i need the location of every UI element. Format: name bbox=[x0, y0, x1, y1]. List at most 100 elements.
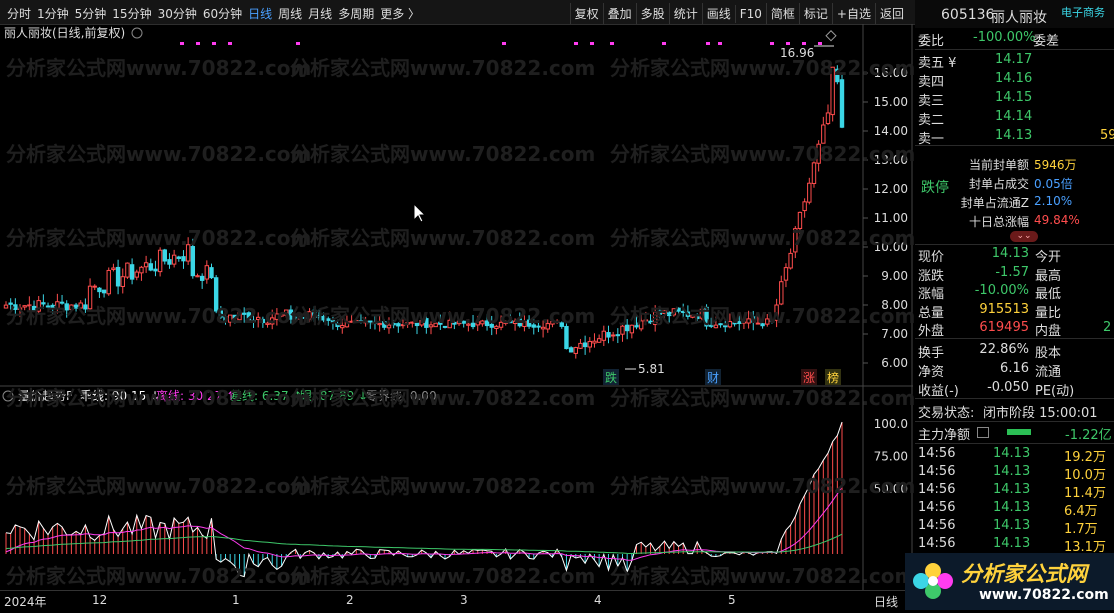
candle-body bbox=[737, 321, 742, 324]
candle-body bbox=[466, 323, 471, 326]
candle-body bbox=[167, 259, 172, 265]
period-tab[interactable]: 30分钟 bbox=[155, 3, 200, 24]
limit-row: 封单占流通Z 2.10% bbox=[915, 194, 1114, 212]
period-tab[interactable]: 60分钟 bbox=[200, 3, 245, 24]
quote-label: 最高 bbox=[1035, 268, 1062, 284]
candle-body bbox=[802, 201, 807, 212]
signal-dot bbox=[502, 42, 506, 45]
event-marker-text[interactable]: 榜 bbox=[827, 370, 839, 385]
candle-body bbox=[666, 311, 672, 317]
collapse-button[interactable]: ⌄⌄ bbox=[1010, 231, 1038, 242]
tool-button[interactable]: F10 bbox=[734, 5, 766, 23]
period-tab[interactable]: 周线 bbox=[275, 3, 305, 24]
candle-body bbox=[718, 323, 723, 326]
period-tab[interactable]: 月线 bbox=[305, 3, 335, 24]
candle-body bbox=[368, 320, 373, 323]
x-label: 2 bbox=[346, 593, 354, 607]
candle-body bbox=[139, 266, 144, 274]
ask-row[interactable]: 卖四 14.16 bbox=[915, 71, 1114, 90]
tool-button[interactable]: 标记 bbox=[798, 3, 832, 24]
price-label: 13.00 bbox=[874, 153, 908, 167]
candle-body bbox=[148, 263, 153, 271]
candle-body bbox=[657, 310, 663, 315]
candle-body bbox=[620, 325, 625, 335]
candle-body bbox=[50, 304, 55, 309]
x-label: 5 bbox=[728, 593, 736, 607]
event-marker-text[interactable]: 财 bbox=[707, 371, 719, 385]
candle-body bbox=[326, 318, 331, 321]
tick-time: 14:56 bbox=[918, 464, 956, 479]
tool-button[interactable]: +自选 bbox=[831, 3, 875, 24]
candle-body bbox=[190, 246, 196, 277]
candle-body bbox=[793, 228, 798, 253]
indicator-item: 离线: 30.27 ↑ bbox=[156, 388, 236, 403]
quote-label: 流通 bbox=[1035, 365, 1062, 380]
candle-body bbox=[363, 320, 368, 324]
tick-time: 14:56 bbox=[918, 500, 956, 515]
tool-button[interactable]: 复权 bbox=[569, 3, 603, 24]
candle-body bbox=[681, 310, 686, 313]
main-flow-label: 主力净额 bbox=[918, 428, 971, 443]
event-marker-text[interactable]: 跌 bbox=[605, 370, 617, 385]
candle-body bbox=[340, 325, 345, 329]
kline-chart[interactable]: 丽人丽妆(日线,前复权) 16.00 15.00 14.00 13.00 12.00 11.… bbox=[0, 24, 913, 590]
low-label: 5.81 bbox=[638, 362, 665, 376]
candle-body bbox=[839, 79, 845, 128]
candle-body bbox=[769, 319, 775, 322]
period-tab[interactable]: 分时 bbox=[4, 3, 34, 24]
main-flow-row[interactable]: 主力净额 -1.22亿 bbox=[915, 424, 1114, 443]
period-tab[interactable]: 5分钟 bbox=[72, 3, 110, 24]
tool-button[interactable]: 画线 bbox=[701, 3, 735, 24]
signal-dot bbox=[228, 42, 232, 45]
tick-price: 14.13 bbox=[993, 446, 1031, 461]
chart-title: 丽人丽妆(日线,前复权) bbox=[4, 25, 125, 40]
candle-body bbox=[713, 324, 719, 329]
tick-vol: 10.0万 bbox=[1064, 468, 1106, 483]
candle-body bbox=[526, 319, 532, 327]
signal-dot bbox=[180, 42, 184, 45]
tool-button[interactable]: 统计 bbox=[668, 3, 702, 24]
candle-body bbox=[531, 324, 536, 328]
quote-label: 量比 bbox=[1035, 305, 1062, 321]
period-tab[interactable]: 日线 bbox=[245, 3, 275, 24]
price-label: 14.00 bbox=[874, 124, 908, 138]
period-tab[interactable]: 15分钟 bbox=[109, 3, 154, 24]
tool-button[interactable]: 返回 bbox=[874, 3, 908, 24]
candle-body bbox=[288, 309, 294, 320]
candle-body bbox=[517, 318, 522, 327]
signal-dot bbox=[706, 42, 710, 45]
settings-icon[interactable] bbox=[131, 27, 143, 39]
candle-body bbox=[727, 321, 733, 328]
ask-row[interactable]: 卖五 ¥ 14.17 bbox=[915, 52, 1114, 71]
candle-body bbox=[587, 340, 592, 348]
candle-body bbox=[279, 313, 284, 317]
candle-body bbox=[354, 319, 359, 323]
tool-button[interactable]: 多股 bbox=[635, 3, 669, 24]
tool-button[interactable]: 简框 bbox=[765, 3, 799, 24]
period-tab[interactable]: 更多 〉 bbox=[377, 3, 423, 24]
candle-body bbox=[704, 306, 709, 327]
industry-label[interactable]: 电子商务 bbox=[1061, 4, 1105, 20]
chart-canvas[interactable]: 丽人丽妆(日线,前复权) 16.00 15.00 14.00 13.00 12.00 11.… bbox=[0, 24, 913, 590]
candle-body bbox=[746, 318, 751, 324]
limit-row-value: 0.05倍 bbox=[1034, 177, 1073, 191]
indicator-settings-icon[interactable] bbox=[2, 390, 14, 402]
period-tab[interactable]: 多周期 bbox=[335, 3, 377, 24]
candle-body bbox=[195, 275, 200, 278]
ask-row[interactable]: 卖一 14.13 59 bbox=[915, 128, 1114, 147]
candle-body bbox=[391, 323, 396, 326]
ask-row[interactable]: 卖三 14.15 bbox=[915, 90, 1114, 109]
candle-body bbox=[125, 262, 130, 278]
quote-row: 现价 14.13 今开 bbox=[915, 246, 1114, 265]
event-marker-text[interactable]: 涨 bbox=[803, 370, 815, 385]
candle-body bbox=[120, 276, 125, 287]
tool-button[interactable]: 叠加 bbox=[602, 3, 636, 24]
period-tab[interactable]: 1分钟 bbox=[34, 3, 72, 24]
candle-body bbox=[256, 316, 261, 321]
indicator-name[interactable]: 量价趋势F bbox=[18, 389, 73, 403]
tick-vol: 1.7万 bbox=[1064, 522, 1098, 537]
ask-row[interactable]: 卖二 14.14 bbox=[915, 109, 1114, 128]
candle-body bbox=[508, 320, 513, 324]
limit-row-label: 十日总涨幅 bbox=[968, 215, 1029, 229]
candle-body bbox=[101, 289, 107, 294]
